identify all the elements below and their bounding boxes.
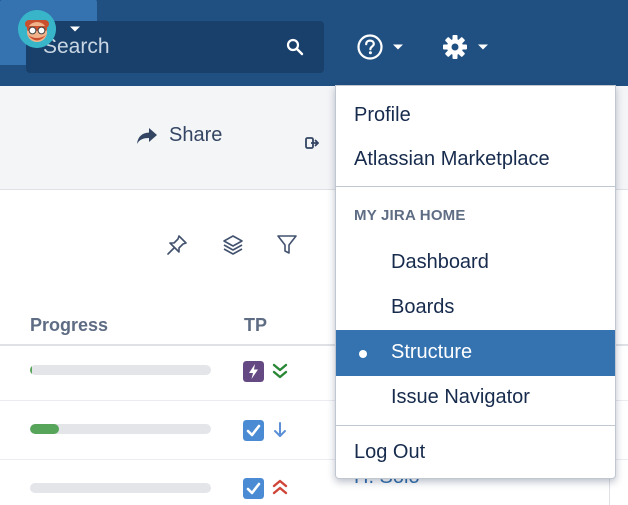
column-header-progress[interactable]: Progress [30,315,108,336]
chevron-down-icon [70,26,80,32]
settings-menu-button[interactable] [441,21,501,73]
menu-item-structure[interactable]: Structure [336,330,615,376]
priority-low-icon [274,422,286,437]
user-dropdown-menu: Profile Atlassian Marketplace MY JIRA HO… [335,85,616,479]
layers-icon[interactable] [221,233,245,257]
progress-fill [30,424,59,434]
menu-item-atlassian-marketplace[interactable]: Atlassian Marketplace [336,138,615,184]
share-arrow-icon [137,127,157,144]
menu-item-profile[interactable]: Profile [336,94,615,138]
export-icon[interactable] [305,136,319,150]
menu-item-issue-navigator[interactable]: Issue Navigator [336,376,615,422]
menu-divider [336,425,615,426]
epic-icon [243,361,264,382]
active-bullet-icon [359,350,367,358]
priority-highest-icon [272,479,288,495]
help-icon [357,34,383,60]
progress-bar [30,424,211,434]
share-button[interactable]: Share [135,124,222,147]
task-icon [243,478,264,499]
progress-fill [30,365,32,375]
menu-section-heading: MY JIRA HOME [354,207,466,224]
top-navigation-bar: Search [0,0,628,86]
avatar [18,10,56,48]
menu-divider [336,186,615,187]
help-menu-button[interactable] [356,21,416,73]
progress-bar [30,483,211,493]
filter-icon[interactable] [276,233,298,255]
menu-item-boards[interactable]: Boards [336,286,615,330]
task-icon [243,420,264,441]
priority-lowest-icon [272,363,288,379]
menu-item-log-out[interactable]: Log Out [336,431,615,475]
menu-item-dashboard[interactable]: Dashboard [336,240,615,286]
column-header-tp[interactable]: TP [244,315,267,336]
chevron-down-icon [478,44,488,50]
progress-bar [30,365,211,375]
chevron-down-icon [393,44,403,50]
search-icon [286,38,304,56]
gear-icon [443,35,467,59]
pin-icon[interactable] [166,234,188,256]
share-label: Share [169,124,223,146]
